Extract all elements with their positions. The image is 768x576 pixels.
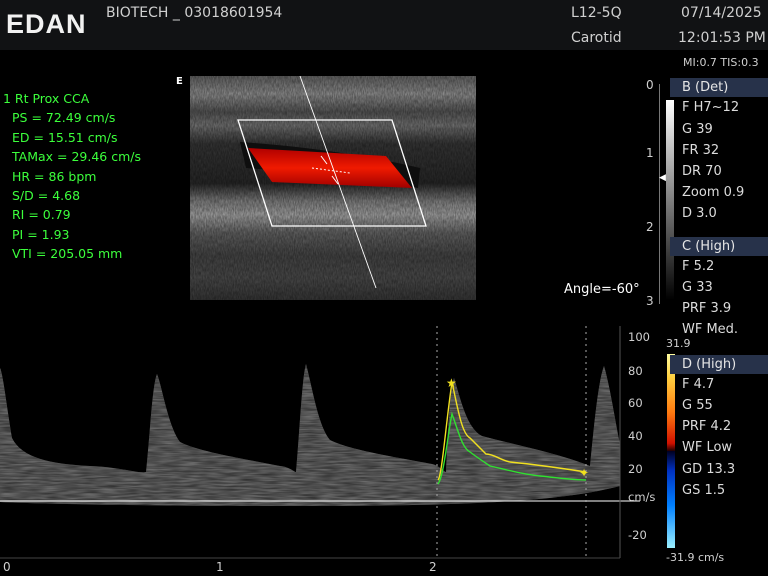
measurement-ri: RI = 0.79 [12, 207, 71, 223]
doppler-spectrum[interactable]: ★ ✦ [0, 326, 640, 576]
measurement-ed: ED = 15.51 cm/s [12, 129, 118, 145]
measurement-title: 1 Rt Prox CCA [3, 91, 90, 106]
c-param-frequency[interactable]: F 5.2 [682, 259, 714, 274]
probe-name: L12-5Q [571, 5, 622, 21]
end-diastole-marker-icon[interactable]: ✦ [579, 466, 589, 480]
b-param-depth[interactable]: D 3.0 [682, 206, 717, 221]
measurement-vti: VTI = 205.05 mm [12, 246, 123, 262]
measurement-ps: PS = 72.49 cm/s [12, 110, 116, 126]
spectrum-signal [0, 364, 620, 506]
peak-systole-marker-icon[interactable]: ★ [446, 376, 457, 390]
d-param-gate-size[interactable]: GS 1.5 [682, 483, 725, 498]
color-bar-max: 31.9 [666, 337, 691, 350]
velocity-label-100: 100 [628, 330, 650, 344]
measurement-sd: S/D = 4.68 [12, 188, 81, 204]
d-param-wall-filter[interactable]: WF Low [682, 440, 732, 455]
exam-date: 07/14/2025 [681, 5, 762, 21]
color-bar-min: -31.9 cm/s [666, 551, 725, 564]
depth-label-2: 2 [646, 220, 654, 234]
d-param-frequency[interactable]: F 4.7 [682, 377, 714, 392]
color-velocity-bar [667, 354, 675, 548]
velocity-label-40: 40 [628, 429, 643, 443]
e-marker: E [176, 76, 183, 87]
c-param-prf[interactable]: PRF 3.9 [682, 301, 731, 316]
grayscale-bar [666, 100, 674, 300]
focus-marker-icon[interactable]: ◀ [659, 173, 666, 183]
depth-scale-line [659, 84, 664, 304]
time-label-1: 1 [216, 560, 224, 574]
d-mode-header[interactable]: D (High) [670, 355, 768, 374]
measurement-results: 1 Rt Prox CCA PS = 72.49 cm/s ED = 15.51… [3, 89, 141, 264]
measurement-tamax: TAMax = 29.46 cm/s [12, 149, 142, 165]
d-param-gain[interactable]: G 55 [682, 398, 713, 413]
b-mode-header[interactable]: B (Det) [670, 78, 768, 97]
depth-label-3: 3 [646, 294, 654, 308]
c-param-gain[interactable]: G 33 [682, 280, 713, 295]
edan-logo: EDAN [6, 9, 87, 39]
b-param-gain[interactable]: G 39 [682, 122, 713, 137]
patient-id: BIOTECH _ 03018601954 [106, 5, 283, 21]
measurement-hr: HR = 86 bpm [12, 168, 97, 184]
time-label-0: 0 [3, 560, 11, 574]
measurement-pi: PI = 1.93 [12, 226, 70, 242]
bmode-image[interactable] [190, 76, 476, 300]
b-mode-title: B (Det) [682, 80, 729, 95]
depth-label-1: 1 [646, 146, 654, 160]
velocity-label-20: 20 [628, 462, 643, 476]
velocity-label-80: 80 [628, 364, 643, 378]
velocity-label-60: 60 [628, 396, 643, 410]
depth-label-0: 0 [646, 78, 654, 92]
b-param-frame-rate[interactable]: FR 32 [682, 143, 719, 158]
velocity-label-minus-20: -20 [628, 528, 647, 542]
c-mode-header[interactable]: C (High) [670, 237, 768, 256]
doppler-angle: Angle=-60° [564, 282, 640, 297]
d-mode-title: D (High) [682, 357, 737, 372]
time-label-2: 2 [429, 560, 437, 574]
b-param-zoom[interactable]: Zoom 0.9 [682, 185, 744, 200]
exam-preset: Carotid [571, 30, 622, 46]
d-param-prf[interactable]: PRF 4.2 [682, 419, 731, 434]
exam-time: 12:01:53 PM [678, 30, 766, 46]
b-param-frequency[interactable]: F H7~12 [682, 100, 739, 115]
speckle-layer [190, 76, 476, 300]
velocity-unit-label: cm/s [628, 490, 656, 504]
d-param-gate-depth[interactable]: GD 13.3 [682, 462, 735, 477]
c-param-wall-filter[interactable]: WF Med. [682, 322, 738, 337]
c-mode-title: C (High) [682, 239, 736, 254]
acoustic-indices: MI:0.7 TIS:0.3 [683, 56, 759, 69]
b-param-dynamic-range[interactable]: DR 70 [682, 164, 722, 179]
